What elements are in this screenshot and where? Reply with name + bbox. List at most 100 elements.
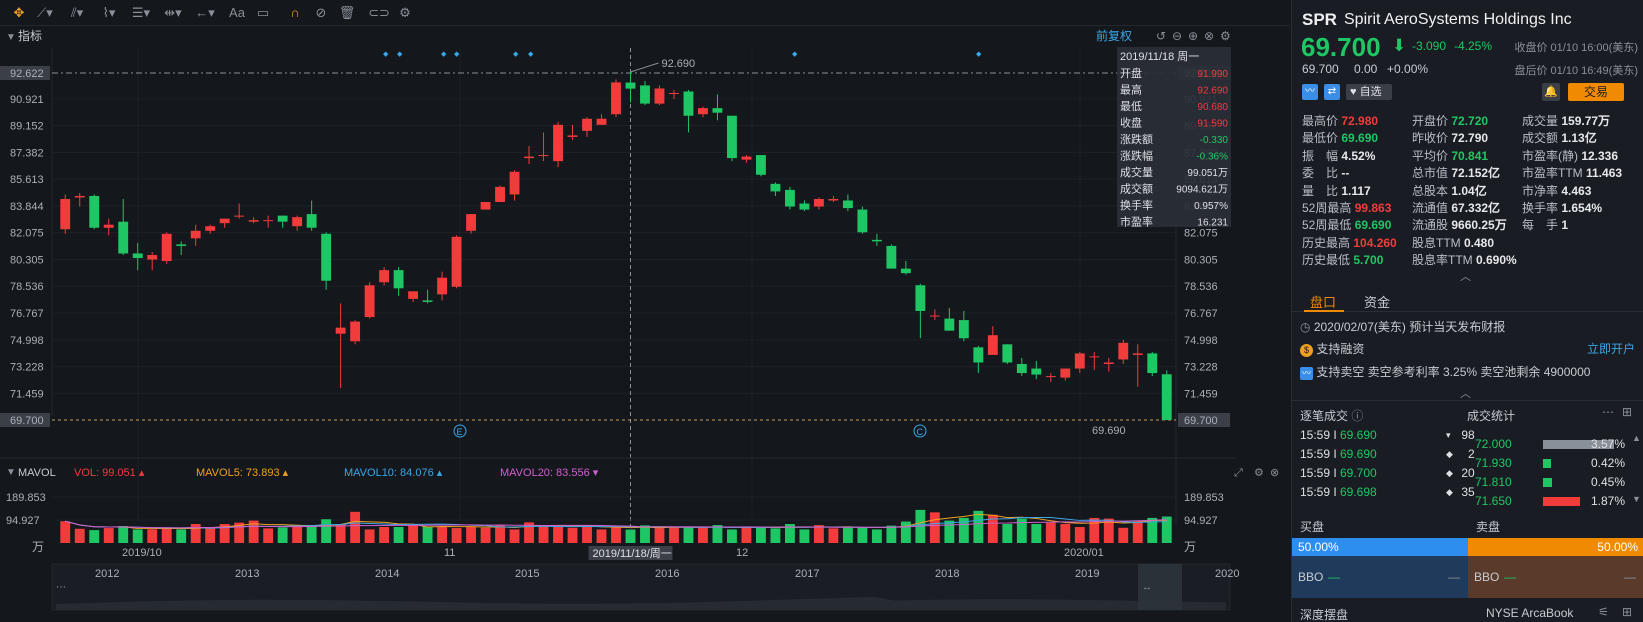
candle-body[interactable]: [219, 218, 230, 224]
candle-body[interactable]: [1103, 362, 1114, 364]
volume-expand-icon[interactable]: ⤢: [1234, 467, 1243, 479]
volume-bar[interactable]: [350, 511, 361, 543]
volume-bar[interactable]: [205, 527, 216, 543]
volume-bar[interactable]: [973, 510, 984, 543]
candle-body[interactable]: [451, 236, 462, 287]
candle-body[interactable]: [495, 186, 505, 203]
candle-body[interactable]: [640, 85, 650, 104]
volume-bar[interactable]: [74, 528, 85, 543]
candle-body[interactable]: [567, 135, 578, 137]
candle-body[interactable]: [509, 171, 520, 195]
open-account-link[interactable]: 立即开户: [1587, 340, 1635, 357]
volume-bar[interactable]: [669, 526, 679, 543]
help-icon[interactable]: ⓘ: [1351, 409, 1363, 423]
event-dot-icon[interactable]: ◆: [528, 51, 534, 58]
volume-bar[interactable]: [683, 527, 694, 543]
volume-bar[interactable]: [611, 526, 621, 543]
volume-bar[interactable]: [89, 530, 100, 543]
candle-body[interactable]: [871, 239, 882, 242]
line-tool-icon[interactable]: ⟋▾: [34, 2, 56, 24]
candle-body[interactable]: [480, 202, 491, 210]
undo-arrow-icon[interactable]: ←▾: [194, 2, 216, 24]
range-tool-icon[interactable]: ⇹▾: [162, 2, 184, 24]
candle-body[interactable]: [1132, 353, 1143, 355]
event-dot-icon[interactable]: ◆: [454, 51, 460, 58]
volume-bar[interactable]: [654, 528, 665, 543]
candle-body[interactable]: [596, 118, 607, 125]
volume-bar[interactable]: [132, 529, 143, 543]
candle-body[interactable]: [393, 270, 404, 289]
volume-collapse-icon[interactable]: ▼: [6, 467, 16, 478]
candle-body[interactable]: [1002, 344, 1013, 363]
candle-body[interactable]: [466, 214, 476, 231]
candle-body[interactable]: [784, 189, 795, 207]
volume-bar[interactable]: [900, 521, 911, 543]
chart-settings-icon[interactable]: ⚙: [1220, 29, 1231, 43]
volume-bar[interactable]: [698, 527, 708, 543]
volume-bar[interactable]: [103, 528, 114, 543]
candle-body[interactable]: [1016, 363, 1027, 374]
volume-bar[interactable]: [422, 526, 433, 543]
event-dot-icon[interactable]: ◆: [976, 51, 982, 58]
volume-bar[interactable]: [379, 526, 390, 543]
watchlist-button[interactable]: ♥ 自选: [1346, 84, 1392, 100]
fib-tool-icon[interactable]: ☰▾: [130, 2, 152, 24]
volume-bar[interactable]: [799, 529, 810, 543]
volume-bar[interactable]: [944, 520, 955, 543]
event-dot-icon[interactable]: ◆: [397, 51, 403, 58]
candle-body[interactable]: [756, 155, 766, 175]
candle-body[interactable]: [292, 217, 303, 227]
candle-body[interactable]: [248, 220, 259, 222]
bell-icon[interactable]: 🔔: [1542, 83, 1560, 101]
candle-body[interactable]: [842, 200, 853, 209]
volume-bar[interactable]: [263, 528, 274, 543]
candle-body[interactable]: [1060, 368, 1071, 378]
volume-bar[interactable]: [393, 526, 404, 543]
candle-body[interactable]: [60, 198, 71, 230]
candle-body[interactable]: [987, 335, 998, 355]
candle-body[interactable]: [669, 93, 679, 95]
adjust-mode[interactable]: 前复权: [1096, 28, 1132, 43]
trade-button[interactable]: 交易: [1568, 83, 1624, 101]
candle-body[interactable]: [132, 253, 143, 259]
candle-body[interactable]: [973, 347, 984, 363]
wave-tool-icon[interactable]: ⌇▾: [98, 2, 120, 24]
scrollbar-down-icon[interactable]: ▼: [1632, 494, 1641, 504]
candle-body[interactable]: [263, 220, 274, 222]
volume-bar[interactable]: [190, 524, 201, 543]
filter-icon[interactable]: ⚟: [1598, 605, 1609, 619]
volume-bar[interactable]: [741, 526, 752, 543]
overview-left-handle-icon[interactable]: ⋯: [56, 582, 66, 593]
venue-label[interactable]: NYSE ArcaBook: [1486, 606, 1573, 620]
share-icon[interactable]: ⇄: [1324, 84, 1340, 100]
settings-icon[interactable]: ⚙: [394, 2, 416, 24]
collapse-chevron-2-icon[interactable]: ︿: [1460, 385, 1471, 401]
grid-icon[interactable]: ⊞: [1622, 405, 1632, 419]
volume-bar[interactable]: [770, 528, 781, 543]
volume-bar[interactable]: [1118, 527, 1129, 543]
volume-bar[interactable]: [727, 529, 737, 543]
volume-bar[interactable]: [408, 525, 419, 543]
volume-bar[interactable]: [437, 526, 448, 543]
volume-bar[interactable]: [176, 529, 187, 543]
volume-bar[interactable]: [640, 525, 650, 543]
volume-bar[interactable]: [1031, 524, 1042, 543]
link-icon[interactable]: ⊂⊃: [368, 2, 390, 24]
volume-close-icon[interactable]: ⊗: [1270, 467, 1279, 479]
volume-settings-icon[interactable]: ⚙: [1254, 467, 1264, 479]
volume-bar[interactable]: [321, 519, 332, 543]
candle-body[interactable]: [408, 291, 419, 299]
candle-body[interactable]: [234, 215, 245, 217]
volume-bar[interactable]: [538, 525, 549, 543]
volume-bar[interactable]: [466, 526, 476, 543]
volume-bar[interactable]: [1132, 520, 1143, 543]
chart-undo-icon[interactable]: ↺: [1156, 29, 1166, 43]
candle-body[interactable]: [727, 115, 737, 159]
volume-bar[interactable]: [495, 525, 505, 543]
channel-tool-icon[interactable]: ⫽▾: [66, 2, 88, 24]
candle-body[interactable]: [422, 300, 433, 302]
volume-bar[interactable]: [567, 527, 578, 543]
volume-bar[interactable]: [480, 527, 491, 543]
candle-body[interactable]: [770, 183, 781, 192]
candle-body[interactable]: [915, 285, 926, 312]
